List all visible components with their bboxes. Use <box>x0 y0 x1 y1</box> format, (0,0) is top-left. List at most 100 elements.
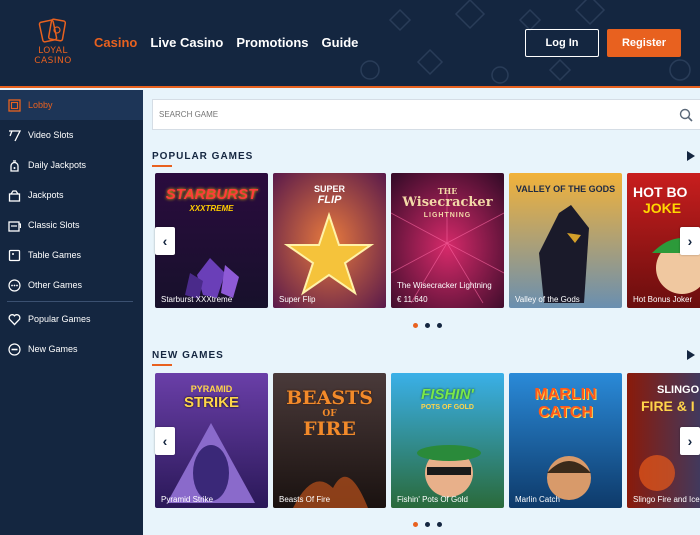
sidebar-label: Video Slots <box>28 130 74 140</box>
new-games-prev-arrow[interactable]: ‹ <box>155 427 175 455</box>
new-games-carousel-dots <box>413 522 442 527</box>
search-input[interactable] <box>153 110 653 119</box>
daily-jackpots-icon <box>7 158 21 172</box>
sidebar-item-new-games[interactable]: New Games <box>0 334 143 364</box>
sidebar-item-daily-jackpots[interactable]: Daily Jackpots <box>0 150 143 180</box>
classic-slots-icon <box>7 218 21 232</box>
popular-carousel-dots <box>413 323 442 328</box>
card-subtitle-art: STRIKE <box>183 394 239 411</box>
carousel-dot[interactable] <box>437 323 442 328</box>
game-card-fishin-pots-of-gold[interactable]: FISHIN' POTS OF GOLD Fishin' Pots Of Gol… <box>391 373 504 508</box>
card-subtitle-art: FIRE & I <box>641 398 695 414</box>
card-title-art: THE <box>437 186 458 196</box>
popular-games-more-arrow[interactable] <box>687 151 695 161</box>
game-name: Pyramid Strike <box>161 495 214 504</box>
game-name: Fishin' Pots Of Gold <box>397 495 468 504</box>
game-name: Valley of the Gods <box>515 295 580 304</box>
sidebar-label: Popular Games <box>28 314 91 324</box>
card-subtitle-art: JOKE <box>643 200 682 216</box>
sidebar: Lobby Video Slots Daily Jackpots Jackpot… <box>0 90 143 535</box>
sidebar-label: New Games <box>28 344 78 354</box>
game-card-valley-of-the-gods[interactable]: VALLEY OF THE GODS Valley of the Gods <box>509 173 622 308</box>
video-slots-icon <box>7 128 21 142</box>
new-games-icon <box>7 342 21 356</box>
nav-casino[interactable]: Casino <box>94 35 137 50</box>
card-title-art: FISHIN' <box>421 386 474 403</box>
game-name: The Wisecracker Lightning <box>397 281 492 290</box>
popular-prev-arrow[interactable]: ‹ <box>155 227 175 255</box>
card-subtitle-art: CATCH <box>538 404 593 421</box>
section-underline <box>152 165 172 167</box>
sidebar-item-popular-games[interactable]: Popular Games <box>0 304 143 334</box>
game-name: Beasts Of Fire <box>279 495 331 504</box>
sidebar-item-classic-slots[interactable]: Classic Slots <box>0 210 143 240</box>
card-tagline-art: LIGHTNING <box>423 212 472 219</box>
sidebar-item-lobby[interactable]: Lobby <box>0 90 143 120</box>
logo[interactable]: LOYAL CASINO <box>30 16 76 72</box>
search-icon[interactable] <box>679 108 693 127</box>
search-bar <box>152 99 700 130</box>
popular-games-title: POPULAR GAMES <box>152 151 254 162</box>
sidebar-label: Classic Slots <box>28 220 80 230</box>
sidebar-label: Lobby <box>28 100 53 110</box>
new-games-row: PYRAMID STRIKE Pyramid Strike BEASTS OF … <box>155 373 700 508</box>
register-button[interactable]: Register <box>607 29 681 57</box>
game-card-marlin-catch[interactable]: MARLIN CATCH Marlin Catch <box>509 373 622 508</box>
nav-live-casino[interactable]: Live Casino <box>150 35 223 50</box>
carousel-dot[interactable] <box>413 323 418 328</box>
game-name: Marlin Catch <box>515 495 560 504</box>
sidebar-label: Daily Jackpots <box>28 160 87 170</box>
logo-line2: CASINO <box>34 56 72 66</box>
card-subtitle-art: POTS OF GOLD <box>421 404 474 411</box>
nav-promotions[interactable]: Promotions <box>236 35 308 50</box>
card-tagline-art: FIRE <box>303 418 356 440</box>
card-title-art: BEASTS <box>286 387 373 409</box>
sidebar-divider <box>7 301 133 302</box>
card-subtitle-art: Wisecracker <box>402 195 493 210</box>
game-name: Hot Bonus Joker <box>633 295 693 304</box>
nav-guide[interactable]: Guide <box>322 35 359 50</box>
other-games-icon <box>7 278 21 292</box>
main-content: POPULAR GAMES STARBURST XXXTREME Starbur… <box>143 90 700 535</box>
jackpots-icon <box>7 188 21 202</box>
new-games-next-arrow[interactable]: › <box>680 427 700 455</box>
game-card-wisecracker[interactable]: THE Wisecracker LIGHTNING The Wisecracke… <box>391 173 504 308</box>
game-card-beasts-of-fire[interactable]: BEASTS OF FIRE Beasts Of Fire <box>273 373 386 508</box>
sidebar-label: Jackpots <box>28 190 64 200</box>
card-title-art: SLINGO <box>657 384 700 396</box>
carousel-dot[interactable] <box>437 522 442 527</box>
main-nav: Casino Live Casino Promotions Guide <box>94 35 358 50</box>
carousel-dot[interactable] <box>425 323 430 328</box>
sidebar-item-video-slots[interactable]: Video Slots <box>0 120 143 150</box>
site-header: LOYAL CASINO Casino Live Casino Promotio… <box>0 0 700 88</box>
card-subtitle-art: FLIP <box>317 194 342 206</box>
heart-icon <box>7 312 21 326</box>
card-title-art: PYRAMID <box>190 384 233 394</box>
game-name: Slingo Fire and Ice <box>633 495 700 504</box>
card-title-art: VALLEY OF THE GODS <box>515 184 616 194</box>
card-title-art: STARBURST <box>165 186 258 203</box>
section-underline <box>152 364 172 366</box>
card-title-art: MARLIN <box>534 386 597 403</box>
new-games-title: NEW GAMES <box>152 350 224 361</box>
sidebar-label: Other Games <box>28 280 83 290</box>
popular-next-arrow[interactable]: › <box>680 227 700 255</box>
sidebar-item-jackpots[interactable]: Jackpots <box>0 180 143 210</box>
sidebar-item-table-games[interactable]: Table Games <box>0 240 143 270</box>
game-card-super-flip[interactable]: SUPER FLIP Super Flip <box>273 173 386 308</box>
login-button[interactable]: Log In <box>525 29 599 57</box>
sidebar-item-other-games[interactable]: Other Games <box>0 270 143 300</box>
game-name: Starburst XXXtreme <box>161 295 233 304</box>
logo-line1: LOYAL <box>38 46 68 56</box>
card-title-art: SUPER <box>313 184 345 194</box>
jackpot-amount: € 11.640 <box>397 295 428 304</box>
card-title-art: HOT BO <box>633 184 688 200</box>
carousel-dot[interactable] <box>425 522 430 527</box>
table-games-icon <box>7 248 21 262</box>
sidebar-label: Table Games <box>28 250 82 260</box>
carousel-dot[interactable] <box>413 522 418 527</box>
new-games-more-arrow[interactable] <box>687 350 695 360</box>
card-subtitle-art: XXXTREME <box>189 204 234 213</box>
game-name: Super Flip <box>279 295 316 304</box>
cards-logo-icon <box>38 18 67 43</box>
